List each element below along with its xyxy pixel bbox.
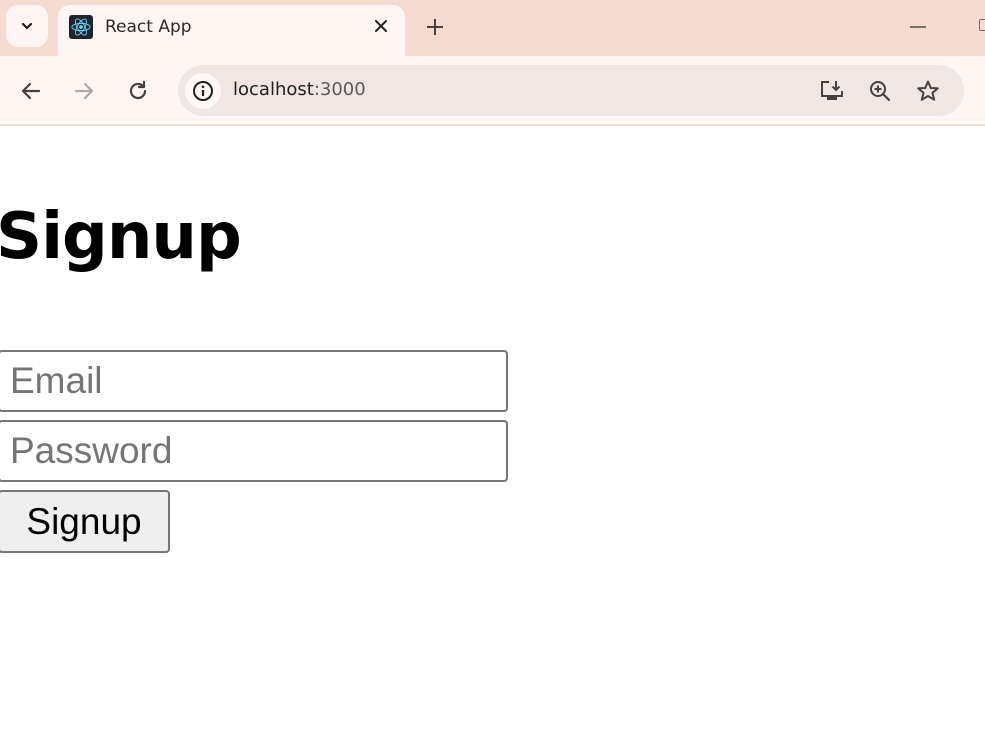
tab-strip: React App [0,0,985,56]
page-content: Signup Signup [0,128,985,751]
install-app-button[interactable] [818,77,846,105]
url-port: :3000 [313,79,366,100]
maximize-button[interactable] [979,19,985,31]
page-title: Signup [0,200,242,274]
reload-icon [129,80,147,100]
password-input[interactable] [0,420,508,482]
tab-title: React App [105,17,192,37]
url-host: localhost [233,79,314,100]
chevron-down-icon [21,22,33,30]
install-app-icon [821,81,843,100]
react-logo-icon [69,15,93,39]
back-button[interactable] [16,76,46,106]
email-input[interactable] [0,350,508,412]
zoom-button[interactable] [866,77,894,105]
bookmark-button[interactable] [914,77,942,105]
forward-button[interactable] [69,76,99,106]
zoom-in-icon [870,81,891,102]
plus-icon [427,19,443,35]
close-icon [375,20,387,32]
signup-button[interactable]: Signup [0,490,170,553]
info-icon [193,81,213,101]
reload-button[interactable] [123,76,153,106]
url-text[interactable]: localhost:3000 [233,79,366,100]
browser-tab[interactable]: React App [58,5,405,56]
tab-search-button[interactable] [6,5,48,47]
arrow-left-icon [21,82,41,100]
browser-toolbar: localhost:3000 [0,56,985,126]
site-info-button[interactable] [185,73,221,109]
new-tab-button[interactable] [422,14,448,40]
star-icon [917,80,939,101]
tab-close-button[interactable] [370,15,392,37]
minimize-button[interactable] [910,26,926,28]
arrow-right-icon [74,82,94,100]
address-bar[interactable]: localhost:3000 [178,65,964,116]
